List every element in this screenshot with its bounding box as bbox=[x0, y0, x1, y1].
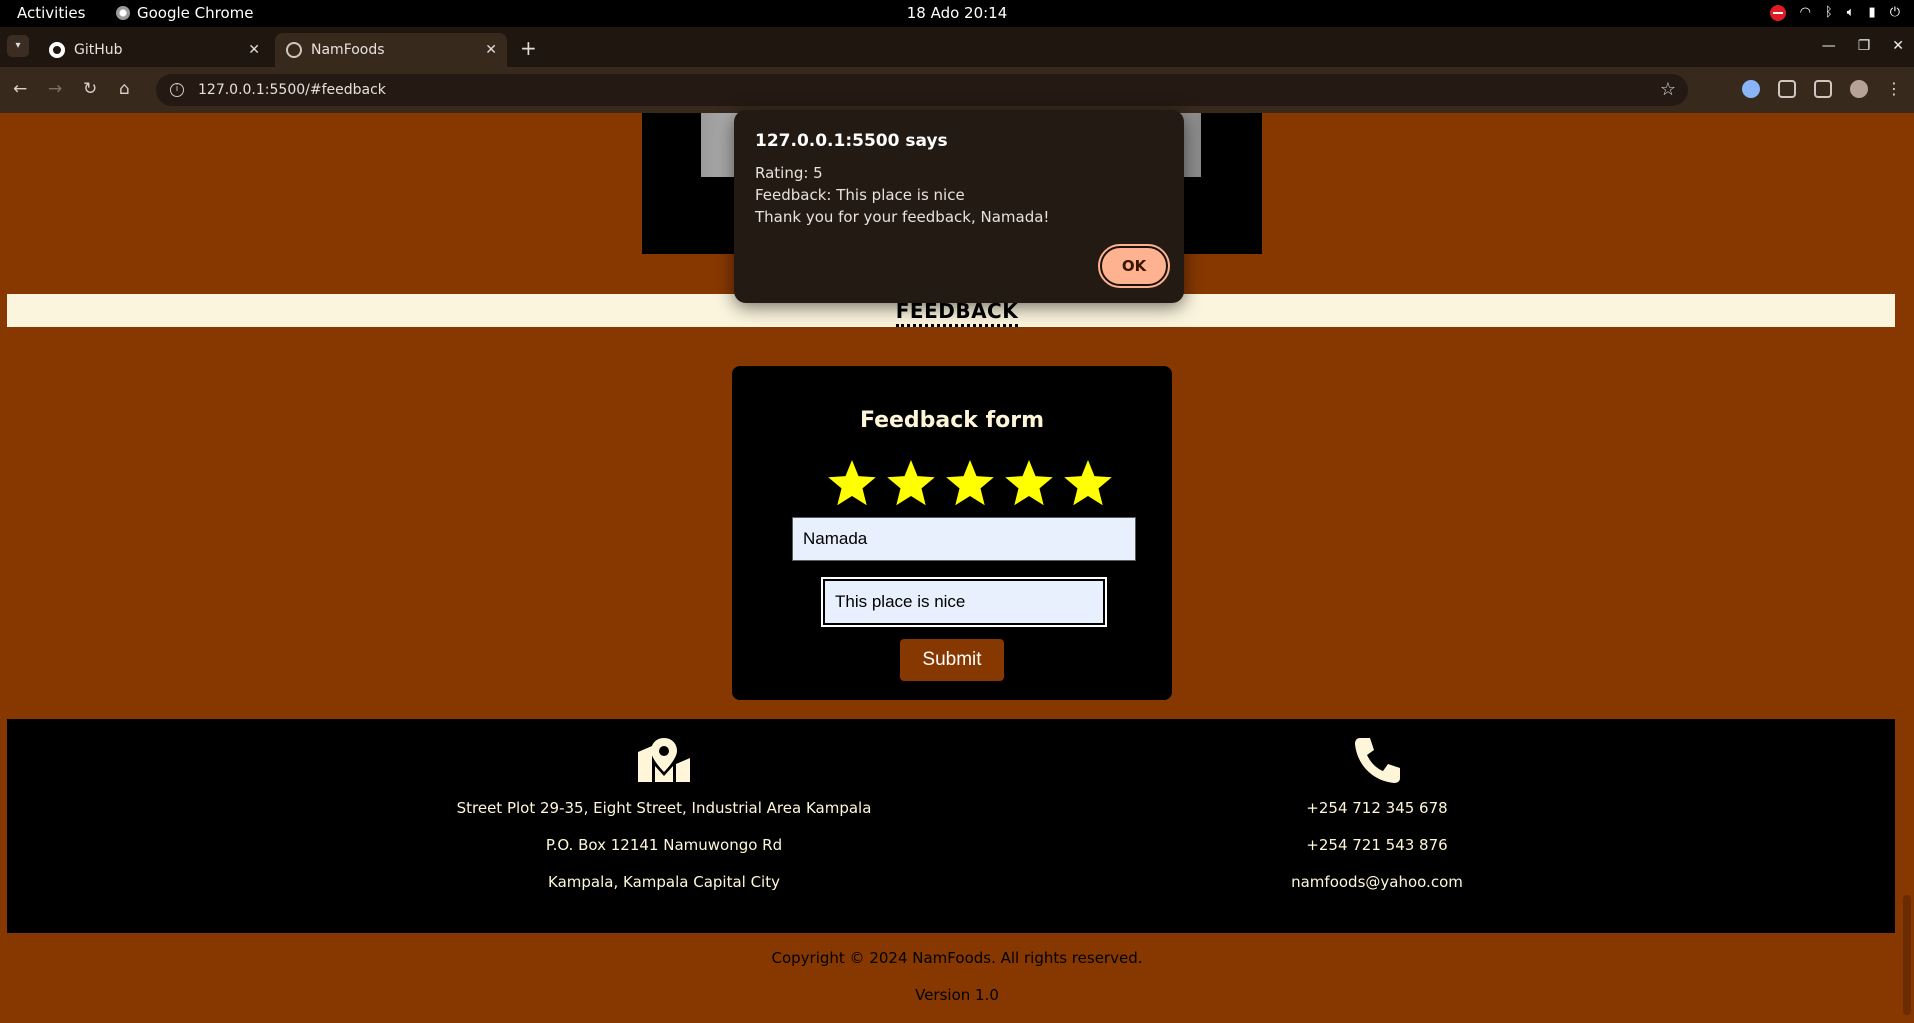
form-title: Feedback form bbox=[859, 408, 1045, 433]
clock[interactable]: 18 Ado 20:14 bbox=[0, 4, 1914, 22]
system-tray[interactable]: ◠ ᛒ 🔈︎ ▮ ⏻ bbox=[1769, 4, 1900, 21]
do-not-disturb-icon bbox=[1769, 4, 1786, 21]
star-icon[interactable] bbox=[1062, 458, 1114, 510]
alert-line: Rating: 5 bbox=[755, 164, 823, 182]
star-icon[interactable] bbox=[826, 458, 878, 510]
footer-contacts: +254 712 345 678 +254 721 543 876 namfoo… bbox=[1147, 736, 1607, 901]
alert-dialog: 127.0.0.1:5500 says Rating: 5 Feedback: … bbox=[734, 110, 1184, 303]
feedback-input[interactable]: This place is nice bbox=[821, 577, 1107, 627]
map-icon bbox=[638, 738, 690, 782]
google-lens-icon[interactable] bbox=[1742, 79, 1760, 98]
alert-line: Feedback: This place is nice bbox=[755, 186, 965, 204]
back-arrow-icon[interactable]: ← bbox=[13, 79, 27, 99]
tab-close-icon[interactable]: ✕ bbox=[485, 42, 497, 58]
forward-arrow-icon[interactable]: → bbox=[48, 79, 62, 99]
wifi-icon: ◠ bbox=[1799, 5, 1811, 20]
globe-favicon-icon bbox=[286, 42, 302, 58]
alert-message: Rating: 5 Feedback: This place is nice T… bbox=[755, 162, 1049, 228]
system-top-bar: Activities Google Chrome 18 Ado 20:14 ◠ … bbox=[0, 0, 1914, 27]
footer: Street Plot 29-35, Eight Street, Industr… bbox=[7, 719, 1895, 933]
bookmark-star-icon[interactable]: ☆ bbox=[1660, 79, 1676, 100]
feedback-form: Feedback form Namada This place is nice … bbox=[732, 366, 1172, 700]
volume-icon: 🔈︎ bbox=[1846, 5, 1855, 20]
tab-close-icon[interactable]: ✕ bbox=[248, 42, 260, 58]
browser-toolbar: ← → ↻ ⌂ i 127.0.0.1:5500/#feedback ☆ ⋮ bbox=[0, 67, 1914, 113]
version-text: Version 1.0 bbox=[915, 986, 999, 1004]
window-controls: — ❐ ✕ bbox=[1822, 38, 1904, 54]
site-info-icon[interactable]: i bbox=[170, 83, 184, 97]
window-close-icon[interactable]: ✕ bbox=[1892, 38, 1904, 54]
github-favicon-icon bbox=[49, 42, 65, 58]
name-input[interactable]: Namada bbox=[792, 517, 1136, 561]
new-tab-plus-icon[interactable]: + bbox=[520, 36, 537, 60]
restore-icon[interactable]: ❐ bbox=[1858, 38, 1871, 54]
scrollbar-thumb[interactable] bbox=[1903, 895, 1911, 1015]
submit-button[interactable]: Submit bbox=[900, 639, 1004, 681]
alert-title: 127.0.0.1:5500 says bbox=[755, 131, 948, 151]
tab-title: NamFoods bbox=[311, 42, 385, 58]
reload-icon[interactable]: ↻ bbox=[83, 79, 97, 99]
address-bar[interactable]: i 127.0.0.1:5500/#feedback ☆ bbox=[156, 74, 1688, 106]
address-line: P.O. Box 12141 Namuwongo Rd bbox=[545, 836, 783, 854]
url-text: 127.0.0.1:5500/#feedback bbox=[198, 82, 386, 98]
page-scrollbar[interactable] bbox=[1900, 113, 1914, 1023]
minimize-icon[interactable]: — bbox=[1822, 38, 1836, 54]
address-line: Kampala, Kampala Capital City bbox=[548, 873, 780, 891]
alert-line: Thank you for your feedback, Namada! bbox=[755, 208, 1050, 226]
email-link[interactable]: namfoods@yahoo.com bbox=[1147, 864, 1607, 901]
address-line: Street Plot 29-35, Eight Street, Industr… bbox=[456, 799, 872, 817]
phone-icon bbox=[1355, 738, 1400, 783]
star-icon[interactable] bbox=[885, 458, 937, 510]
phone-number[interactable]: +254 712 345 678 bbox=[1147, 790, 1607, 827]
footer-address: Street Plot 29-35, Eight Street, Industr… bbox=[449, 736, 879, 901]
phone-number[interactable]: +254 721 543 876 bbox=[1147, 827, 1607, 864]
tab-namfoods[interactable]: NamFoods ✕ bbox=[275, 33, 507, 67]
battery-icon: ▮ bbox=[1868, 5, 1876, 20]
ok-button[interactable]: OK bbox=[1098, 244, 1170, 288]
star-icon[interactable] bbox=[1003, 458, 1055, 510]
tab-search-chevron-icon[interactable]: ▾ bbox=[7, 35, 29, 57]
cast-icon[interactable] bbox=[1814, 79, 1832, 98]
star-icon[interactable] bbox=[944, 458, 996, 510]
extensions-puzzle-icon[interactable] bbox=[1778, 79, 1796, 98]
profile-avatar-icon[interactable] bbox=[1850, 79, 1868, 98]
copyright-text: Copyright © 2024 NamFoods. All rights re… bbox=[771, 949, 1143, 967]
tab-title: GitHub bbox=[74, 42, 123, 58]
kebab-menu-icon[interactable]: ⋮ bbox=[1886, 79, 1902, 98]
power-icon: ⏻ bbox=[1889, 5, 1900, 20]
bluetooth-icon: ᛒ bbox=[1824, 5, 1833, 20]
star-rating bbox=[826, 458, 1114, 510]
toolbar-extensions: ⋮ bbox=[1742, 79, 1902, 98]
tab-strip: ▾ GitHub ✕ NamFoods ✕ + — ❐ ✕ bbox=[0, 27, 1914, 67]
tab-github[interactable]: GitHub ✕ bbox=[38, 33, 270, 67]
home-icon[interactable]: ⌂ bbox=[119, 79, 130, 99]
